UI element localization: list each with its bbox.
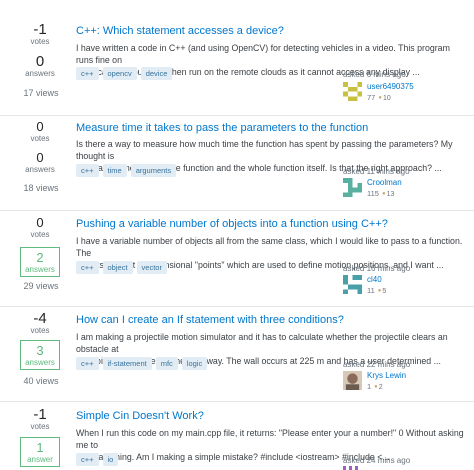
question-title-link[interactable]: How can I create an If statement with th… [76, 314, 344, 326]
user-name-link[interactable]: user6490375 [367, 82, 414, 91]
answer-count: 0 answers [25, 53, 55, 78]
question-summary: -4 votes 3 answers 40 views How can I cr… [0, 307, 474, 402]
answer-count: 0 answers [25, 150, 55, 174]
user-name-link[interactable]: Croolman [367, 178, 402, 187]
asked-time: asked 16 mins ago [343, 264, 411, 273]
question-title-link[interactable]: Measure time it takes to pass the parame… [76, 122, 368, 134]
question-summary: -1 votes 1 answer Simple Cin Doesn't Wor… [0, 402, 474, 470]
answer-count: 3 answers [20, 340, 60, 370]
asked-time: asked 24 mins ago [343, 456, 411, 465]
user-reputation: 7710 [367, 93, 391, 102]
tag-list: c++ object vector [76, 261, 171, 275]
view-count: 18 views [23, 183, 59, 193]
question-title-link[interactable]: Simple Cin Doesn't Work? [76, 410, 204, 422]
tag[interactable]: object [102, 261, 133, 274]
question-title-link[interactable]: Pushing a variable number of objects int… [76, 218, 388, 230]
asked-time: asked 6 mins ago [343, 70, 406, 79]
tag[interactable]: logic [181, 357, 208, 370]
asked-time: asked 22 mins ago [343, 360, 411, 369]
tag[interactable]: mfc [155, 357, 178, 370]
tag[interactable]: vector [136, 261, 167, 274]
bronze-badge-icon: 2 [371, 384, 383, 391]
user-reputation: 11513 [367, 189, 394, 198]
user-avatar[interactable] [343, 82, 362, 101]
view-count: 17 views [23, 88, 59, 98]
view-count: 40 views [23, 376, 59, 386]
vote-count: -4 votes [30, 310, 50, 335]
bronze-badge-icon: 13 [379, 191, 395, 198]
tag-list: c++ if-statement mfc logic [76, 357, 211, 371]
vote-count: -1 votes [30, 21, 50, 46]
tag-list: c++ opencv device [76, 67, 176, 81]
tag[interactable]: c++ [76, 164, 99, 177]
tag[interactable]: opencv [102, 67, 137, 80]
question-summary: -1 votes 0 answers 17 views C++: Which s… [0, 0, 474, 115]
view-count: 29 views [23, 281, 59, 291]
tag-list: c++ io [76, 453, 122, 467]
question-summary: 0 votes 2 answers 29 views Pushing a var… [0, 211, 474, 306]
user-avatar[interactable] [343, 178, 362, 197]
tag[interactable]: io [102, 453, 119, 466]
vote-count: 0 votes [30, 119, 50, 143]
tag[interactable]: c++ [76, 261, 99, 274]
tag[interactable]: arguments [130, 164, 177, 177]
tag-list: c++ time arguments [76, 164, 180, 178]
user-reputation: 12 [367, 382, 383, 391]
question-summary: 0 votes 0 answers 18 views Measure time … [0, 116, 474, 211]
user-reputation: 115 [367, 286, 386, 295]
bronze-badge-icon: 10 [375, 95, 391, 102]
answer-count: 1 answer [20, 437, 60, 467]
vote-count: -1 votes [30, 406, 50, 431]
question-title-link[interactable]: C++: Which statement accesses a device? [76, 25, 284, 37]
tag[interactable]: if-statement [102, 357, 152, 370]
tag[interactable]: device [140, 67, 173, 80]
tag[interactable]: time [102, 164, 127, 177]
tag[interactable]: c++ [76, 453, 99, 466]
bronze-badge-icon: 5 [375, 288, 386, 295]
vote-count: 0 votes [30, 215, 50, 239]
user-name-link[interactable]: Krys Lewin [367, 371, 406, 380]
asked-time: asked 11 mins ago [343, 167, 410, 176]
tag[interactable]: c++ [76, 67, 99, 80]
answer-count: 2 answers [20, 247, 60, 277]
user-avatar[interactable] [343, 275, 362, 294]
user-name-link[interactable]: cl40 [367, 275, 382, 284]
tag[interactable]: c++ [76, 357, 99, 370]
user-avatar[interactable] [343, 466, 362, 470]
user-avatar[interactable] [343, 371, 362, 390]
